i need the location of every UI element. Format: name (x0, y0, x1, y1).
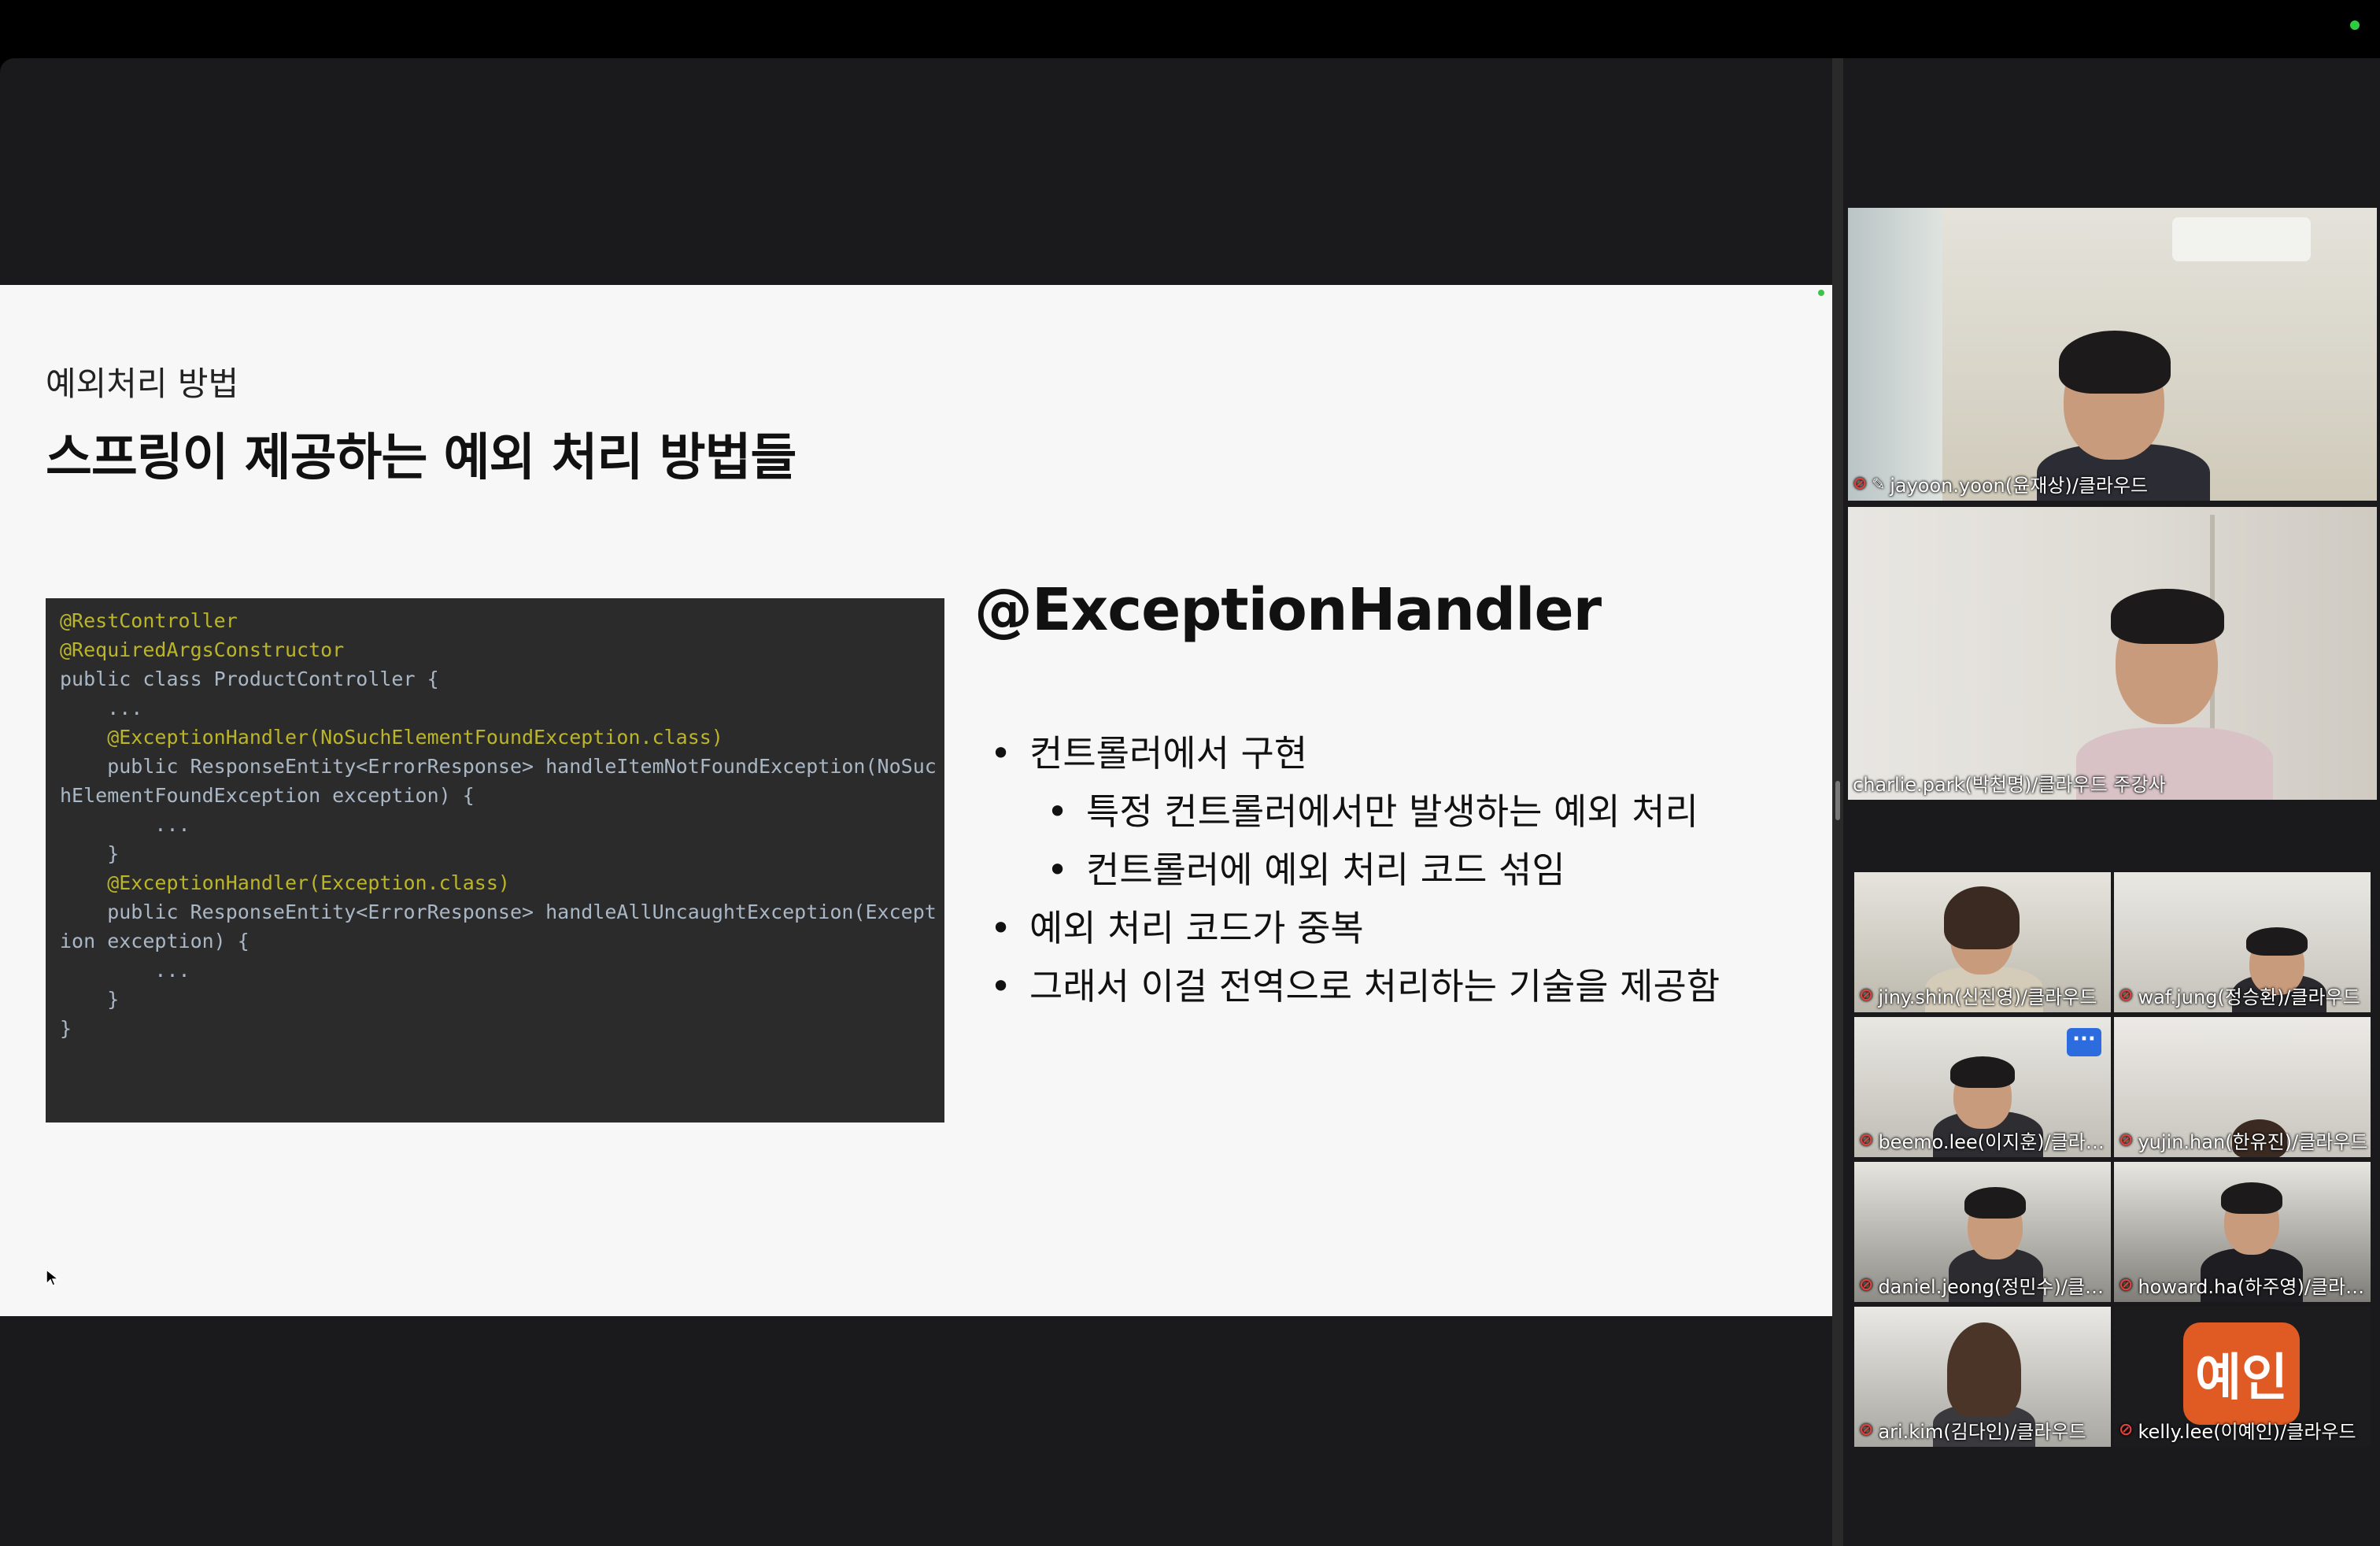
top-bar (0, 0, 2380, 58)
video-tile-speaker[interactable]: ⊘ ✎ jayoon.yoon(윤재상)/클라우드 (1848, 208, 2377, 501)
participant-name-tag: ⊘ yujin.han(한유진)/클라우드 (2119, 1126, 2368, 1154)
code-line: ... (60, 813, 190, 836)
code-line: ... (60, 959, 190, 982)
participant-name: charlie.park(박천명)/클라우드 주강사 (1853, 774, 2166, 796)
mic-muted-icon: ⊘ (2119, 1420, 2134, 1440)
participant-name: ari.kim(김다인)/클라우드 (1878, 1421, 2086, 1443)
code-line: @RestController (60, 609, 238, 632)
code-line: } (60, 842, 120, 865)
mic-muted-icon: ⊘ (2119, 986, 2134, 1005)
participant-name: jayoon.yoon(윤재상)/클라우드 (1890, 475, 2149, 497)
participant-name-tag: ⊘ kelly.lee(이예인)/클라우드 (2119, 1416, 2356, 1444)
video-tile[interactable]: ··· ⊘ beemo.lee(이지훈)/클라… (1854, 1017, 2111, 1157)
slide-section-label: 예외처리 방법 (46, 364, 239, 403)
participant-name-tag: ⊘ daniel.jeong(정민수)/클… (1859, 1271, 2104, 1299)
participant-name-tag: charlie.park(박천명)/클라우드 주강사 (1853, 769, 2166, 797)
mic-muted-icon: ⊘ (1859, 1275, 1874, 1295)
code-snippet: @RestController @RequiredArgsConstructor… (46, 598, 944, 1123)
participant-name-tag: ⊘ waf.jung(정승환)/클라우드 (2119, 982, 2360, 1009)
video-tile-avatar[interactable]: 예인 ⊘ kelly.lee(이예인)/클라우드 (2114, 1307, 2371, 1447)
mic-muted-icon: ⊘ (2119, 1130, 2134, 1150)
code-line: public class ProductController { (60, 668, 439, 690)
mic-muted-icon: ⊘ (1859, 1420, 1874, 1440)
participant-name-tag: ⊘ howard.ha(하주영)/클라… (2119, 1271, 2364, 1299)
code-line: hElementFoundException exception) { (60, 784, 475, 807)
participant-name: kelly.lee(이예인)/클라우드 (2138, 1421, 2356, 1443)
code-line: @ExceptionHandler(Exception.class) (60, 871, 510, 894)
bullet-item: 그래서 이걸 전역으로 처리하는 기술을 제공함 (990, 957, 1720, 1015)
code-line: ion exception) { (60, 930, 249, 952)
participant-name: daniel.jeong(정민수)/클… (1878, 1276, 2105, 1298)
video-tile[interactable]: ⊘ yujin.han(한유진)/클라우드 (2114, 1017, 2371, 1157)
code-line: ... (60, 697, 143, 719)
bullet-item: 컨트롤러에서 구현 (990, 724, 1720, 782)
bullet-subitem: 컨트롤러에 예외 처리 코드 섞임 (1047, 841, 1720, 899)
participant-name: howard.ha(하주영)/클라… (2138, 1276, 2365, 1298)
slide-heading: @ExceptionHandler (974, 576, 1602, 644)
pin-icon: ✎ (1872, 474, 1886, 494)
participant-name-tag: ⊘ beemo.lee(이지훈)/클라… (1859, 1126, 2105, 1154)
video-tile-active-speaker[interactable]: charlie.park(박천명)/클라우드 주강사 (1848, 507, 2377, 800)
mic-muted-icon: ⊘ (1859, 1130, 1874, 1150)
video-tile[interactable]: ⊘ waf.jung(정승환)/클라우드 (2114, 872, 2371, 1012)
code-line: @RequiredArgsConstructor (60, 638, 345, 661)
participant-name-tag: ⊘ ari.kim(김다인)/클라우드 (1859, 1416, 2086, 1444)
slide-title: 스프링이 제공하는 예외 처리 방법들 (46, 429, 796, 487)
mic-muted-icon: ⊘ (1859, 986, 1874, 1005)
avatar: 예인 (2183, 1322, 2300, 1425)
slide-indicator-dot (1818, 290, 1824, 296)
video-tile[interactable]: ⊘ howard.ha(하주영)/클라… (2114, 1162, 2371, 1302)
participant-name-tag: ⊘ jiny.shin(신진영)/클라우드 (1859, 982, 2097, 1009)
resize-handle[interactable] (1835, 781, 1840, 820)
more-options-button[interactable]: ··· (2067, 1028, 2101, 1056)
code-line: } (60, 1017, 72, 1040)
code-line: @ExceptionHandler(NoSuchElementFoundExce… (60, 726, 723, 749)
mic-muted-icon: ⊘ (1853, 474, 1868, 494)
code-line: public ResponseEntity<ErrorResponse> han… (60, 755, 937, 778)
bullet-item: 예외 처리 코드가 중복 (990, 899, 1720, 957)
video-tile[interactable]: ⊘ daniel.jeong(정민수)/클… (1854, 1162, 2111, 1302)
status-indicator (2350, 20, 2360, 30)
code-line: } (60, 988, 120, 1011)
mic-muted-icon: ⊘ (2119, 1275, 2134, 1295)
bullet-subitem: 특정 컨트롤러에서만 발생하는 예외 처리 (1047, 782, 1720, 841)
mouse-cursor-icon (46, 1269, 60, 1286)
participant-name-tag: ⊘ ✎ jayoon.yoon(윤재상)/클라우드 (1853, 470, 2148, 497)
video-tile[interactable]: ⊘ jiny.shin(신진영)/클라우드 (1854, 872, 2111, 1012)
participant-name: jiny.shin(신진영)/클라우드 (1878, 986, 2097, 1008)
participant-name: yujin.han(한유진)/클라우드 (2138, 1131, 2368, 1153)
bullet-list: 컨트롤러에서 구현 특정 컨트롤러에서만 발생하는 예외 처리 컨트롤러에 예외… (990, 724, 1720, 1015)
participant-name: waf.jung(정승환)/클라우드 (2138, 986, 2360, 1008)
code-line: public ResponseEntity<ErrorResponse> han… (60, 901, 937, 923)
participant-name: beemo.lee(이지훈)/클라… (1878, 1131, 2105, 1153)
shared-slide: 예외처리 방법 스프링이 제공하는 예외 처리 방법들 @RestControl… (0, 285, 1832, 1316)
video-tile[interactable]: ⊘ ari.kim(김다인)/클라우드 (1854, 1307, 2111, 1447)
